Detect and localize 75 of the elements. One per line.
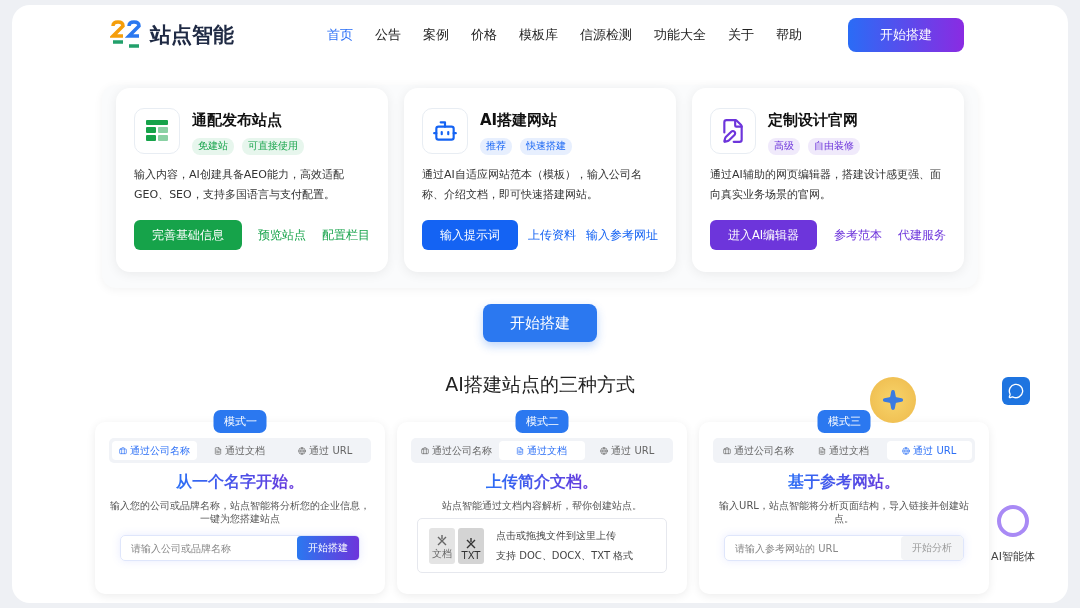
mode-badge: 模式一 — [213, 410, 267, 433]
section-title: AI搭建站点的三种方式 — [445, 372, 635, 397]
document-icon — [516, 446, 525, 455]
globe-icon — [298, 446, 307, 455]
upload-area[interactable]: 文档 TXT 点击或拖拽文件到这里上传 支持 DOC、DOCX、TXT 格式 — [417, 518, 667, 573]
nav-link[interactable]: 公告 — [375, 26, 401, 44]
mode-description: 输入URL，站点智能将分析页面结构，导入链接并创建站点。 — [718, 499, 970, 525]
nav-link[interactable]: 信源检测 — [580, 26, 632, 44]
chat-button[interactable] — [1002, 377, 1030, 405]
feature-description: 通过AI辅助的网页编辑器，搭建设计感更强、面向真实业务场景的官网。 — [710, 167, 942, 203]
feature-title: 通配发布站点 — [192, 111, 283, 130]
assistant-ring-icon[interactable] — [997, 505, 1029, 537]
sparkle-icon — [882, 389, 904, 411]
mode-tab[interactable]: 通过文档 — [197, 441, 283, 460]
input-field[interactable]: 请输入公司或品牌名称 开始搭建 — [120, 535, 360, 561]
globe-icon — [600, 446, 609, 455]
primary-button[interactable]: 完善基础信息 — [134, 220, 242, 250]
assistant-label: AI智能体 — [991, 549, 1035, 564]
feature-tag: 快速搭建 — [520, 138, 572, 155]
mode-tab[interactable]: 通过文档 — [801, 441, 887, 460]
upload-prompt: 点击或拖拽文件到这里上传 — [496, 528, 617, 543]
nav-link[interactable]: 价格 — [471, 26, 497, 44]
nav-link[interactable]: 关于 — [728, 26, 754, 44]
mode-description: 站点智能通过文档内容解析，帮你创建站点。 — [441, 499, 643, 512]
feature-link[interactable]: 预览站点 — [258, 227, 306, 243]
feature-link[interactable]: 输入参考网址 — [586, 227, 658, 243]
submit-button[interactable]: 开始搭建 — [297, 536, 359, 560]
logo-icon — [110, 20, 144, 50]
briefcase-icon — [723, 446, 732, 455]
feature-description: 输入内容，AI创建具备AEO能力，高效适配GEO、SEO，支持多国语言与支付配置。 — [134, 167, 345, 203]
document-icon — [214, 446, 223, 455]
format-hint: 支持 DOC、DOCX、TXT 格式 — [496, 548, 634, 563]
mode-description: 输入您的公司或品牌名称，站点智能将分析您的企业信息，一键为您搭建站点 — [109, 499, 371, 525]
start-button[interactable]: 开始搭建 — [483, 304, 597, 342]
file-icon: 文档 — [429, 527, 455, 564]
logo-text: 站点智能 — [150, 22, 234, 49]
feature-tag: 免建站 — [192, 138, 234, 155]
assistant-avatar[interactable] — [870, 377, 916, 423]
nav-link[interactable]: 首页 — [327, 26, 353, 44]
mode-badge: 模式三 — [817, 410, 871, 433]
feature-tag: 可直接使用 — [242, 138, 304, 155]
feature-tag: 自由装修 — [808, 138, 860, 155]
feature-link[interactable]: 代建服务 — [898, 227, 946, 243]
mode-tab[interactable]: 通过公司名称 — [716, 441, 802, 460]
mode-tab[interactable]: 通过公司名称 — [112, 441, 198, 460]
primary-button[interactable]: 输入提示词 — [422, 220, 518, 250]
feature-tag: 推荐 — [480, 138, 512, 155]
mode-tab[interactable]: 通过公司名称 — [414, 441, 500, 460]
file-icon: TXT — [458, 527, 484, 564]
document-icon — [818, 446, 827, 455]
feature-title: 定制设计官网 — [768, 111, 859, 130]
nav-link[interactable]: 案例 — [423, 26, 449, 44]
globe-icon — [902, 446, 911, 455]
feature-description: 通过AI自适应网站范本（模板），输入公司名称、介绍文档，即可快速搭建网站。 — [422, 167, 643, 203]
mode-tab[interactable]: 通过 URL — [282, 441, 368, 460]
mode-badge: 模式二 — [515, 410, 569, 433]
robot-icon — [432, 118, 458, 144]
mode-tab[interactable]: 通过 URL — [886, 441, 972, 460]
briefcase-icon — [421, 446, 430, 455]
nav-link[interactable]: 模板库 — [519, 26, 558, 44]
feature-tag: 高级 — [768, 138, 800, 155]
feature-link[interactable]: 参考范本 — [833, 227, 882, 243]
nav-link[interactable]: 功能大全 — [654, 26, 706, 44]
feature-link[interactable]: 上传资料 — [528, 227, 576, 243]
feature-link[interactable]: 配置栏目 — [322, 227, 370, 243]
chat-icon — [1008, 383, 1024, 399]
table-icon — [144, 119, 170, 143]
start-button[interactable]: 开始搭建 — [848, 18, 964, 52]
nav-link[interactable]: 帮助 — [776, 26, 802, 44]
primary-button[interactable]: 进入AI编辑器 — [710, 220, 818, 250]
briefcase-icon — [119, 446, 128, 455]
mode-tab[interactable]: 通过 URL — [584, 441, 670, 460]
feature-title: AI搭建网站 — [480, 111, 559, 130]
document-pen-icon — [720, 118, 746, 144]
mode-tab[interactable]: 通过文档 — [499, 441, 585, 460]
